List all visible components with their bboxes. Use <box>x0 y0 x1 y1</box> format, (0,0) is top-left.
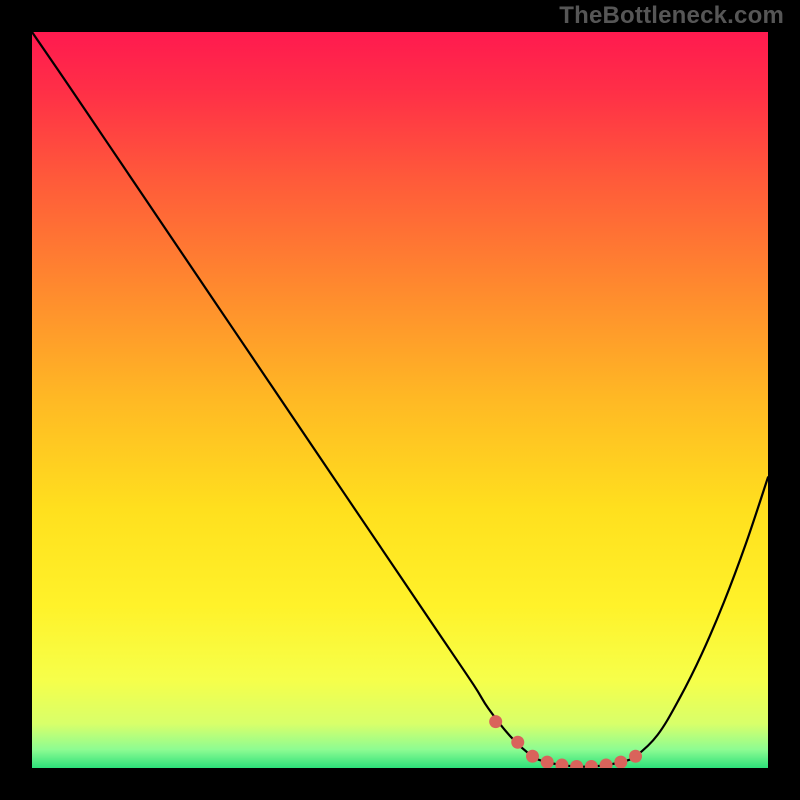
chart-svg <box>32 32 768 768</box>
chart-plot-area <box>32 32 768 768</box>
attribution-text: TheBottleneck.com <box>559 2 784 30</box>
optimal-dot <box>541 756 554 768</box>
gradient-background <box>32 32 768 768</box>
optimal-dot <box>526 750 539 763</box>
optimal-dot <box>489 715 502 728</box>
optimal-dot <box>629 750 642 763</box>
optimal-dot <box>614 756 627 768</box>
optimal-dot <box>511 736 524 749</box>
